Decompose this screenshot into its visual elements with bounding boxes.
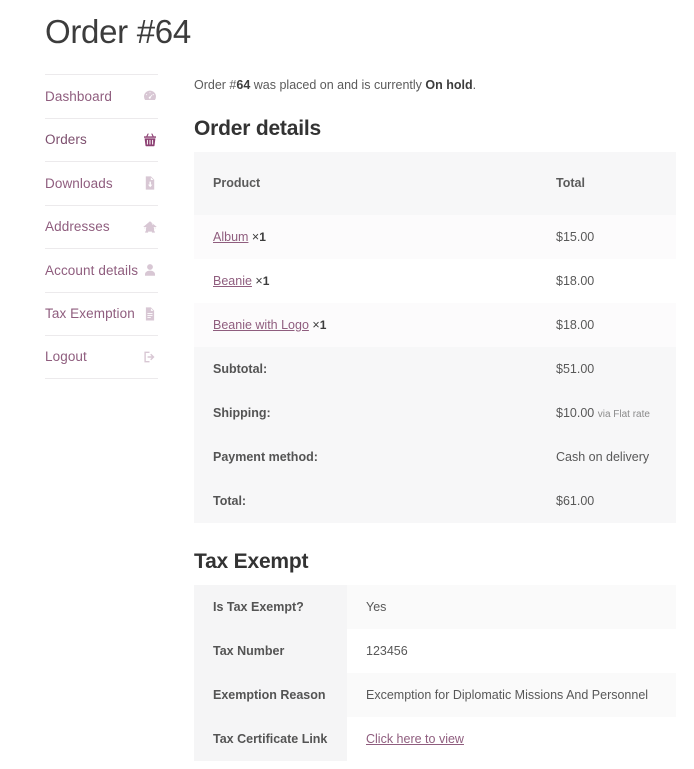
table-row: Tax Number 123456 bbox=[194, 628, 676, 673]
table-row: Shipping: $10.00 via Flat rate bbox=[194, 390, 676, 435]
order-details-heading: Order details bbox=[194, 116, 321, 140]
basket-icon bbox=[142, 132, 158, 148]
sidebar-item-account-details[interactable]: Account details bbox=[45, 248, 158, 292]
tax-exempt-heading: Tax Exempt bbox=[194, 549, 309, 573]
order-item-total: $15.00 bbox=[556, 229, 595, 244]
totals-value-total: $61.00 bbox=[471, 479, 676, 523]
tax-row-label: Tax Number bbox=[194, 628, 347, 673]
order-item-total: $18.00 bbox=[556, 273, 595, 288]
totals-label-payment-method: Payment method: bbox=[213, 449, 318, 464]
order-item-product: Beanie ×1 bbox=[194, 259, 471, 303]
logout-icon bbox=[142, 349, 158, 365]
product-times: × bbox=[312, 317, 320, 332]
totals-amount: $51.00 bbox=[556, 361, 595, 376]
table-row: Subtotal: $51.00 bbox=[194, 346, 676, 391]
totals-value-payment-method: Cash on delivery bbox=[471, 435, 676, 479]
tax-row-label: Is Tax Exempt? bbox=[194, 584, 347, 629]
product-link[interactable]: Beanie bbox=[213, 274, 252, 288]
table-row: Exemption Reason Excemption for Diplomat… bbox=[194, 672, 676, 717]
totals-label-shipping: Shipping: bbox=[213, 405, 271, 420]
product-quantity: 1 bbox=[259, 229, 266, 244]
page-title: Order #64 bbox=[45, 13, 191, 50]
tax-row-value: 123456 bbox=[366, 643, 408, 658]
tax-exempt-table: Is Tax Exempt? Yes Tax Number 123456 Exe… bbox=[194, 584, 676, 761]
product-quantity: 1 bbox=[262, 273, 270, 288]
intro-suffix: . bbox=[472, 78, 477, 92]
table-header-row: Product Total bbox=[194, 151, 676, 215]
sidebar-item-label: Orders bbox=[45, 132, 87, 148]
sidebar-item-label: Account details bbox=[45, 262, 139, 278]
sidebar-item-label: Downloads bbox=[45, 175, 113, 191]
intro-order-number: 64 bbox=[236, 78, 251, 92]
download-icon bbox=[142, 175, 158, 191]
product-link[interactable]: Beanie with Logo bbox=[213, 318, 309, 332]
intro-prefix: Order # bbox=[194, 78, 237, 92]
product-link[interactable]: Album bbox=[213, 230, 248, 244]
table-row: Payment method: Cash on delivery bbox=[194, 434, 676, 479]
order-item-total: $18.00 bbox=[556, 317, 595, 332]
totals-label-total: Total: bbox=[213, 493, 247, 508]
intro-status: On hold bbox=[425, 78, 473, 92]
tax-row-value: Yes bbox=[366, 599, 387, 614]
product-quantity: 1 bbox=[319, 317, 327, 332]
sidebar-item-label: Tax Exemption bbox=[45, 306, 135, 322]
table-row: Tax Certificate Link Click here to view bbox=[194, 716, 676, 761]
totals-value-shipping: $10.00 via Flat rate bbox=[471, 391, 676, 435]
totals-label-subtotal: Subtotal: bbox=[213, 361, 268, 376]
totals-amount: $61.00 bbox=[556, 493, 595, 508]
column-header-product: Product bbox=[194, 151, 471, 215]
order-status-intro: Order #64 was placed on and is currently… bbox=[194, 74, 676, 95]
sidebar-item-orders[interactable]: Orders bbox=[45, 117, 158, 162]
sidebar-item-addresses[interactable]: Addresses bbox=[45, 204, 158, 249]
account-sidebar-nav: Dashboard Orders Downloads Addresses Acc… bbox=[45, 74, 158, 379]
document-icon bbox=[142, 306, 158, 322]
totals-amount: Cash on delivery bbox=[556, 449, 650, 464]
account-order-page: Order #64 Dashboard Orders Downloads Add… bbox=[0, 0, 694, 769]
table-row: Is Tax Exempt? Yes bbox=[194, 584, 676, 629]
sidebar-item-tax-exemption[interactable]: Tax Exemption bbox=[45, 291, 158, 336]
sidebar-item-logout[interactable]: Logout bbox=[45, 335, 158, 379]
intro-middle: was placed on and is currently bbox=[250, 78, 426, 92]
table-row: Beanie ×1 $18.00 bbox=[194, 258, 676, 303]
sidebar-item-label: Logout bbox=[45, 349, 87, 365]
tax-row-value: Click here to view bbox=[347, 717, 676, 761]
column-header-total: Total bbox=[471, 151, 676, 215]
tax-certificate-link[interactable]: Click here to view bbox=[366, 732, 464, 746]
totals-value-subtotal: $51.00 bbox=[471, 347, 676, 391]
table-row: Total: $61.00 bbox=[194, 478, 676, 523]
sidebar-item-label: Addresses bbox=[45, 219, 110, 235]
table-row: Beanie with Logo ×1 $18.00 bbox=[194, 302, 676, 347]
table-row: Album ×1 $15.00 bbox=[194, 214, 676, 259]
tax-row-label: Tax Certificate Link bbox=[194, 716, 347, 761]
order-details-table: Product Total Album ×1 $15.00 Beanie ×1 bbox=[194, 151, 676, 523]
totals-amount: $10.00 bbox=[556, 405, 595, 420]
sidebar-item-downloads[interactable]: Downloads bbox=[45, 161, 158, 205]
order-item-product: Beanie with Logo ×1 bbox=[194, 303, 471, 347]
tax-row-label: Exemption Reason bbox=[194, 672, 347, 717]
sidebar-item-dashboard[interactable]: Dashboard bbox=[45, 74, 158, 118]
home-icon bbox=[142, 219, 158, 235]
gauge-icon bbox=[142, 88, 158, 104]
order-item-product: Album ×1 bbox=[194, 215, 471, 259]
user-icon bbox=[142, 262, 158, 278]
tax-row-value: Excemption for Diplomatic Missions And P… bbox=[366, 687, 649, 702]
sidebar-item-label: Dashboard bbox=[45, 88, 112, 104]
shipping-method-note: via Flat rate bbox=[597, 408, 650, 420]
product-times: × bbox=[255, 273, 263, 288]
account-main-content: Order #64 was placed on and is currently… bbox=[194, 74, 676, 761]
